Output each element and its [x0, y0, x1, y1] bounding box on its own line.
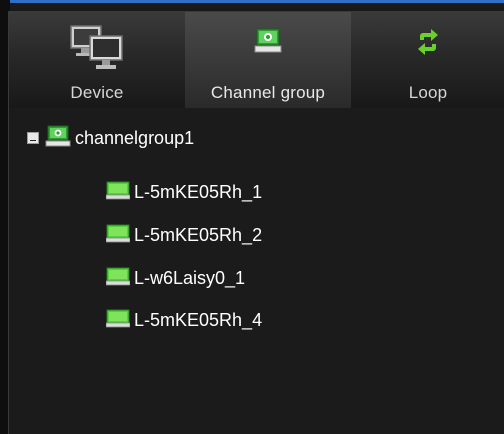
monitors-icon — [68, 24, 126, 75]
tree-channel-node[interactable]: L-5mKE05Rh_4 — [105, 308, 263, 333]
tree-group-node[interactable]: channelgroup1 — [27, 125, 195, 152]
tree-channel-label: L-5mKE05Rh_2 — [134, 224, 263, 245]
tab-device-label: Device — [70, 83, 124, 102]
tree-channel-label: L-5mKE05Rh_1 — [134, 181, 263, 202]
tree-channel-node[interactable]: L-5mKE05Rh_1 — [105, 180, 263, 205]
channel-tree: channelgroup1 L-5mKE05Rh_1 L-5mKE05Rh_2 … — [9, 108, 504, 434]
channel-camera-icon — [105, 266, 131, 291]
loop-icon — [414, 28, 442, 61]
tab-device[interactable]: Device — [9, 12, 185, 108]
channel-camera-icon — [105, 223, 131, 248]
tree-channel-node[interactable]: L-5mKE05Rh_2 — [105, 223, 263, 248]
tab-bar: Device Channel group Loop — [9, 12, 504, 108]
tab-channel-group-label: Channel group — [210, 83, 326, 102]
tab-loop[interactable]: Loop — [351, 12, 504, 108]
collapse-toggle[interactable] — [27, 132, 39, 144]
app-window: Device Channel group Loop channelgroup1 … — [0, 0, 504, 434]
accent-bar — [10, 0, 504, 3]
tree-group-label: channelgroup1 — [75, 127, 195, 148]
tab-loop-label: Loop — [408, 83, 448, 102]
tab-channel-group[interactable]: Channel group — [185, 12, 351, 108]
tree-channel-node[interactable]: L-w6Laisy0_1 — [105, 266, 246, 291]
channel-camera-icon — [105, 308, 131, 333]
top-strip — [10, 0, 504, 7]
channel-group-node-icon — [45, 125, 71, 152]
channel-camera-icon — [105, 180, 131, 205]
channel-group-icon — [253, 26, 283, 61]
channel-panel: Device Channel group Loop channelgroup1 … — [8, 11, 504, 434]
tree-channel-label: L-5mKE05Rh_4 — [134, 309, 263, 330]
tree-channel-label: L-w6Laisy0_1 — [134, 267, 246, 288]
